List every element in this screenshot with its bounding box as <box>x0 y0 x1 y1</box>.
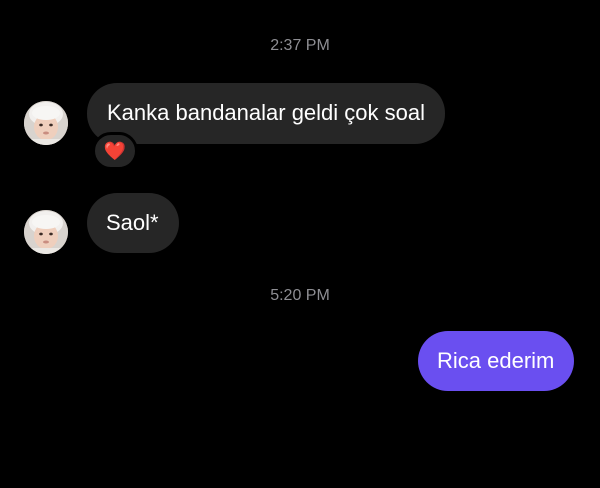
message-text: Rica ederim <box>437 348 555 373</box>
timestamp: 5:20 PM <box>270 287 330 304</box>
message-reaction[interactable]: ❤️ <box>92 132 138 170</box>
incoming-message-bubble[interactable]: Kanka bandanalar geldi çok soal <box>87 83 446 144</box>
avatar-photo-icon <box>24 101 68 145</box>
avatar-photo-icon <box>24 210 68 254</box>
message-text: Saol* <box>106 210 159 235</box>
outgoing-message-bubble[interactable]: Rica ederim <box>418 331 575 391</box>
timestamp: 2:37 PM <box>270 37 330 54</box>
message-text: Kanka bandanalar geldi çok soal <box>107 100 426 125</box>
contact-avatar[interactable] <box>24 210 68 254</box>
heart-icon: ❤️ <box>103 141 127 161</box>
contact-avatar[interactable] <box>24 101 68 145</box>
incoming-message-bubble[interactable]: Saol* <box>87 193 179 253</box>
